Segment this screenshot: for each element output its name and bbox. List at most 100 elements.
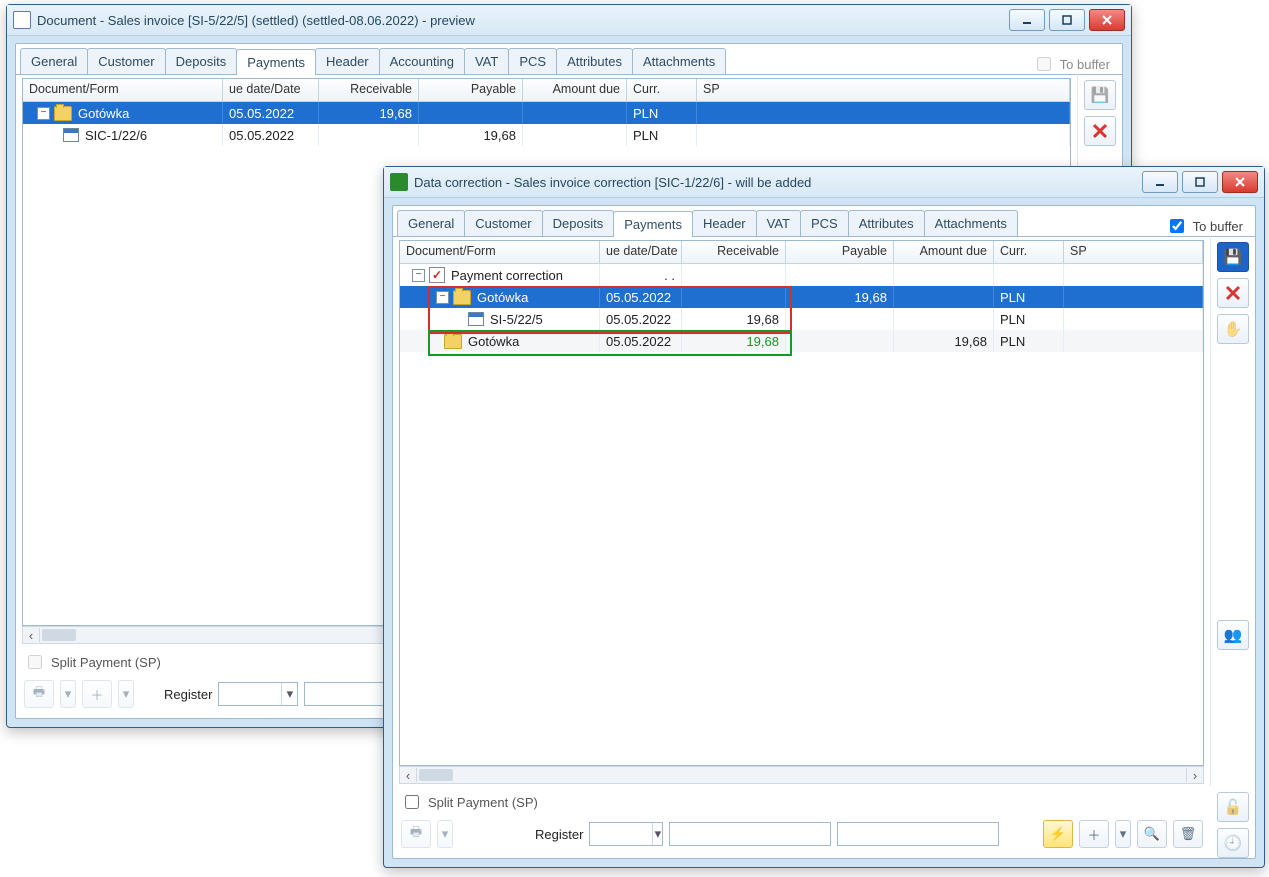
- row-amountdue: [894, 264, 994, 286]
- grid-row[interactable]: −Gotówka 05.05.2022 19,68 PLN: [400, 286, 1203, 308]
- tree-toggle-icon[interactable]: −: [436, 291, 449, 304]
- save-button[interactable]: 💾: [1084, 80, 1116, 110]
- row-curr: PLN: [994, 286, 1064, 308]
- close-button[interactable]: [1222, 171, 1258, 193]
- grid-row[interactable]: −Gotówka 05.05.2022 19,68 PLN: [23, 102, 1070, 124]
- column-document[interactable]: Document/Form: [400, 241, 600, 263]
- horizontal-scrollbar[interactable]: ‹ ›: [399, 766, 1204, 784]
- column-receivable[interactable]: Receivable: [682, 241, 786, 263]
- register-combo[interactable]: ▾: [218, 682, 298, 706]
- printer-dropdown[interactable]: ▾: [437, 820, 453, 848]
- scroll-left-icon[interactable]: ‹: [400, 768, 417, 782]
- split-payment-checkbox[interactable]: [405, 795, 419, 809]
- tab-vat[interactable]: VAT: [756, 210, 801, 236]
- trash-button[interactable]: 🗑: [1173, 820, 1203, 848]
- column-payable[interactable]: Payable: [419, 79, 523, 101]
- window-title: Data correction - Sales invoice correcti…: [414, 175, 1142, 190]
- printer-icon: 🖶: [33, 683, 45, 705]
- tab-customer[interactable]: Customer: [464, 210, 542, 236]
- tab-header[interactable]: Header: [692, 210, 757, 236]
- column-curr[interactable]: Curr.: [627, 79, 697, 101]
- titlebar[interactable]: Data correction - Sales invoice correcti…: [384, 167, 1264, 198]
- column-curr[interactable]: Curr.: [994, 241, 1064, 263]
- tree-toggle-icon[interactable]: −: [412, 269, 425, 282]
- printer-button[interactable]: 🖶: [401, 820, 431, 848]
- row-curr: PLN: [627, 102, 697, 124]
- tab-vat[interactable]: VAT: [464, 48, 509, 74]
- delete-button[interactable]: [1084, 116, 1116, 146]
- row-sp: [697, 124, 1070, 146]
- to-buffer-checkbox: To buffer: [1033, 54, 1122, 74]
- grid-row[interactable]: −✓Payment correction . .: [400, 264, 1203, 286]
- tab-attachments[interactable]: Attachments: [924, 210, 1018, 236]
- to-buffer-label: To buffer: [1060, 57, 1110, 72]
- lock-button[interactable]: 🔓: [1217, 792, 1249, 822]
- titlebar[interactable]: Document - Sales invoice [SI-5/22/5] (se…: [7, 5, 1131, 36]
- plus-button[interactable]: ＋: [1079, 820, 1109, 848]
- plus-dropdown[interactable]: ▾: [1115, 820, 1131, 848]
- minimize-button[interactable]: [1142, 171, 1178, 193]
- register-text1-input[interactable]: [669, 822, 831, 846]
- bolt-button[interactable]: ⚡: [1043, 820, 1073, 848]
- delete-button[interactable]: [1217, 278, 1249, 308]
- tab-accounting[interactable]: Accounting: [379, 48, 465, 74]
- maximize-button[interactable]: [1182, 171, 1218, 193]
- tab-customer[interactable]: Customer: [87, 48, 165, 74]
- tab-deposits[interactable]: Deposits: [165, 48, 238, 74]
- row-sp: [1064, 330, 1203, 352]
- grid-row[interactable]: Gotówka 05.05.2022 19,68 19,68 PLN: [400, 330, 1203, 352]
- row-sp: [1064, 264, 1203, 286]
- history-button[interactable]: 🕘: [1217, 828, 1249, 858]
- column-payable[interactable]: Payable: [786, 241, 894, 263]
- maximize-button[interactable]: [1049, 9, 1085, 31]
- chevron-down-icon[interactable]: ▾: [281, 683, 297, 705]
- grid-row[interactable]: SIC-1/22/6 05.05.2022 19,68 PLN: [23, 124, 1070, 146]
- column-amountdue[interactable]: Amount due: [894, 241, 994, 263]
- scroll-thumb[interactable]: [42, 629, 76, 641]
- column-date[interactable]: ue date/Date: [600, 241, 682, 263]
- column-amountdue[interactable]: Amount due: [523, 79, 627, 101]
- minimize-button[interactable]: [1009, 9, 1045, 31]
- to-buffer-input[interactable]: [1170, 219, 1184, 233]
- tab-general[interactable]: General: [20, 48, 88, 74]
- row-payable: [419, 102, 523, 124]
- tab-deposits[interactable]: Deposits: [542, 210, 615, 236]
- payments-grid[interactable]: Document/Form ue date/Date Receivable Pa…: [399, 240, 1204, 766]
- bolt-icon: ⚡: [1050, 826, 1066, 842]
- tab-general[interactable]: General: [397, 210, 465, 236]
- register-text2-input[interactable]: [837, 822, 999, 846]
- tab-header[interactable]: Header: [315, 48, 380, 74]
- column-sp[interactable]: SP: [1064, 241, 1203, 263]
- tab-payments[interactable]: Payments: [613, 211, 693, 237]
- row-receivable: [319, 124, 419, 146]
- tab-attachments[interactable]: Attachments: [632, 48, 726, 74]
- row-date: 05.05.2022: [223, 124, 319, 146]
- to-buffer-checkbox[interactable]: To buffer: [1166, 216, 1255, 236]
- tab-pcs[interactable]: PCS: [800, 210, 849, 236]
- scroll-left-icon[interactable]: ‹: [23, 628, 40, 642]
- scroll-right-icon[interactable]: ›: [1186, 768, 1203, 782]
- row-date: 05.05.2022: [600, 308, 682, 330]
- register-combo[interactable]: ▾: [589, 822, 663, 846]
- row-curr: PLN: [994, 330, 1064, 352]
- tab-payments[interactable]: Payments: [236, 49, 316, 75]
- column-receivable[interactable]: Receivable: [319, 79, 419, 101]
- zoom-button[interactable]: 🔍: [1137, 820, 1167, 848]
- tab-attributes[interactable]: Attributes: [556, 48, 633, 74]
- tab-pcs[interactable]: PCS: [508, 48, 557, 74]
- column-document[interactable]: Document/Form: [23, 79, 223, 101]
- chevron-down-icon[interactable]: ▾: [652, 823, 662, 845]
- row-sp: [1064, 308, 1203, 330]
- row-label: SI-5/22/5: [490, 312, 543, 327]
- save-button[interactable]: 💾: [1217, 242, 1249, 272]
- scroll-thumb[interactable]: [419, 769, 453, 781]
- hand-button[interactable]: ✋: [1217, 314, 1249, 344]
- save-icon: 💾: [1091, 86, 1110, 104]
- tree-toggle-icon[interactable]: −: [37, 107, 50, 120]
- column-sp[interactable]: SP: [697, 79, 1070, 101]
- tab-attributes[interactable]: Attributes: [848, 210, 925, 236]
- column-date[interactable]: ue date/Date: [223, 79, 319, 101]
- close-button[interactable]: [1089, 9, 1125, 31]
- people-button[interactable]: 👥: [1217, 620, 1249, 650]
- grid-row[interactable]: SI-5/22/5 05.05.2022 19,68 PLN: [400, 308, 1203, 330]
